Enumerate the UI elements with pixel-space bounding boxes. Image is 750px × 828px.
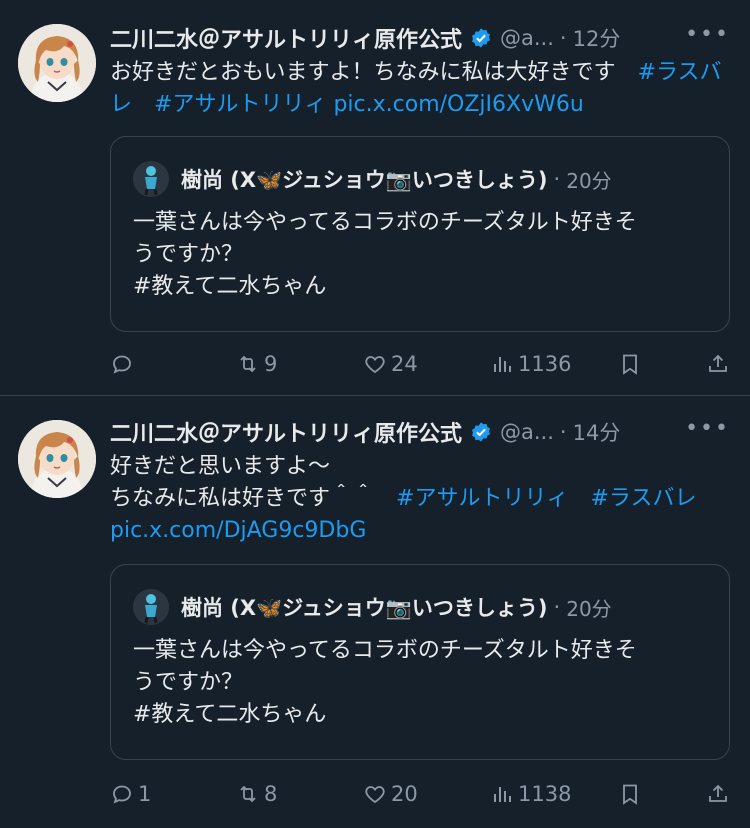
tweet-time[interactable]: 12分 xyxy=(573,23,621,53)
tweet-text-plain: ちなみに私は好きです＾＾ xyxy=(110,486,397,511)
author-name[interactable]: 二川二水＠アサルトリリィ原作公式 xyxy=(110,416,462,448)
quote-text: 一葉さんは今やってるコラボのチーズタルト好きそ うですか？ #教えて二水ちゃん xyxy=(133,207,703,303)
tweet[interactable]: 二川二水＠アサルトリリィ原作公式 @a... · 12分 ••• お好きだとおも… xyxy=(0,0,750,395)
avatar-illustration xyxy=(133,589,169,625)
like-count: 20 xyxy=(391,782,418,806)
separator-dot: · xyxy=(553,167,561,191)
tweet-text: 好きだと思いますよ〜 ちなみに私は好きです＾＾ #アサルトリリィ #ラスバレ p… xyxy=(110,451,730,547)
quote-line: うですか？ xyxy=(133,242,244,267)
heart-icon xyxy=(365,786,385,804)
share-button[interactable] xyxy=(706,346,730,382)
more-options-icon[interactable]: ••• xyxy=(685,416,730,441)
author-handle[interactable]: @a... xyxy=(500,420,554,444)
author-avatar[interactable] xyxy=(18,24,96,102)
like-count: 24 xyxy=(391,352,418,376)
like-button[interactable]: 20 xyxy=(363,776,418,812)
share-icon xyxy=(709,354,727,372)
bookmark-button[interactable] xyxy=(618,346,642,382)
avatar-illustration xyxy=(133,161,169,197)
quote-author-name: 樹尚 (X🦋ジュショウ📷いつきしょう) xyxy=(181,168,548,192)
views-button[interactable]: 1136 xyxy=(490,346,571,382)
bookmark-icon xyxy=(623,784,637,805)
separator-dot: · xyxy=(553,595,561,619)
tweet-text-line: 好きだと思いますよ〜 xyxy=(110,454,331,479)
tweet-actions: 9 24 1136 xyxy=(110,346,732,382)
views-chart-icon xyxy=(494,357,511,372)
author-handle[interactable]: @a... xyxy=(500,26,554,50)
heart-icon xyxy=(365,356,385,374)
hashtag-link[interactable]: #アサルトリリィ xyxy=(154,92,326,117)
views-chart-icon xyxy=(494,787,511,802)
views-button[interactable]: 1138 xyxy=(490,776,571,812)
retweet-icon xyxy=(240,355,256,373)
bookmark-icon xyxy=(623,354,637,375)
retweet-icon xyxy=(240,785,256,803)
quote-line: #教えて二水ちゃん xyxy=(133,702,327,727)
tweet-time[interactable]: 14分 xyxy=(573,417,621,447)
verified-badge-icon xyxy=(472,422,490,442)
like-button[interactable]: 24 xyxy=(363,346,418,382)
reply-count: 1 xyxy=(138,782,152,806)
verified-badge-icon xyxy=(472,28,490,48)
reply-icon xyxy=(113,355,131,374)
quote-line: 一葉さんは今やってるコラボのチーズタルト好きそ xyxy=(133,210,637,235)
retweet-button[interactable]: 9 xyxy=(236,346,277,382)
retweet-count: 8 xyxy=(264,782,278,806)
tweet[interactable]: 二川二水＠アサルトリリィ原作公式 @a... · 14分 ••• 好きだと思いま… xyxy=(0,396,750,828)
quote-author-name: 樹尚 (X🦋ジュショウ📷いつきしょう) xyxy=(181,596,548,620)
more-options-icon[interactable]: ••• xyxy=(685,22,730,47)
share-icon xyxy=(709,784,727,802)
hashtag-link[interactable]: #ラスバレ xyxy=(590,486,696,511)
quote-line: #教えて二水ちゃん xyxy=(133,274,327,299)
author-avatar[interactable] xyxy=(18,420,96,498)
tweet-text: お好きだとおもいますよ！ちなみに私は大好きです #ラスバレ #アサルトリリィ p… xyxy=(110,57,730,121)
quote-line: うですか？ xyxy=(133,670,244,695)
reply-icon xyxy=(113,785,131,804)
quote-author-avatar xyxy=(133,589,169,625)
separator-dot: · xyxy=(559,420,567,444)
share-button[interactable] xyxy=(706,776,730,812)
views-count: 1138 xyxy=(518,782,572,806)
tweet-actions: 1 8 20 1138 xyxy=(110,776,732,812)
quote-text: 一葉さんは今やってるコラボのチーズタルト好きそ うですか？ #教えて二水ちゃん xyxy=(133,635,703,731)
author-name[interactable]: 二川二水＠アサルトリリィ原作公式 xyxy=(110,22,462,54)
media-link[interactable]: pic.x.com/OZjI6XvW6u xyxy=(333,92,583,117)
tweet-text-plain: お好きだとおもいますよ！ちなみに私は大好きです xyxy=(110,60,638,85)
avatar-illustration xyxy=(18,420,96,498)
media-link[interactable]: pic.x.com/DjAG9c9DbG xyxy=(110,518,366,543)
retweet-button[interactable]: 8 xyxy=(236,776,277,812)
reply-button[interactable]: 1 xyxy=(110,776,151,812)
quoted-tweet[interactable]: 樹尚 (X🦋ジュショウ📷いつきしょう) · 20分 一葉さんは今やってるコラボの… xyxy=(110,564,730,760)
quote-time: 20分 xyxy=(566,168,612,193)
avatar-illustration xyxy=(18,24,96,102)
bookmark-button[interactable] xyxy=(618,776,642,812)
separator-dot: · xyxy=(559,26,567,50)
quote-time: 20分 xyxy=(566,596,612,621)
reply-button[interactable] xyxy=(110,346,138,382)
hashtag-link[interactable]: #アサルトリリィ xyxy=(396,486,568,511)
tweet-text-line: ちなみに私は好きです＾＾ #アサルトリリィ #ラスバレ pic.x.com/Dj… xyxy=(110,483,730,547)
quoted-tweet[interactable]: 樹尚 (X🦋ジュショウ📷いつきしょう) · 20分 一葉さんは今やってるコラボの… xyxy=(110,136,730,332)
retweet-count: 9 xyxy=(264,352,278,376)
quote-author-avatar xyxy=(133,161,169,197)
quote-line: 一葉さんは今やってるコラボのチーズタルト好きそ xyxy=(133,638,637,663)
views-count: 1136 xyxy=(518,352,572,376)
